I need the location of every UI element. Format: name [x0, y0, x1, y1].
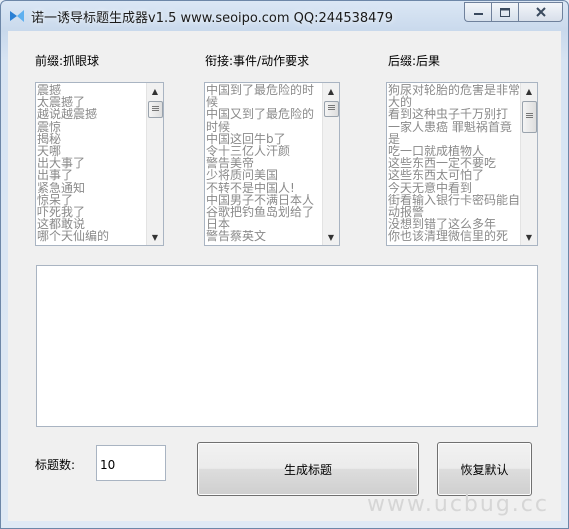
prefix-label: 前缀:抓眼球: [35, 54, 100, 68]
list-item[interactable]: 今天无意中看到: [388, 182, 520, 194]
list-item[interactable]: 吓死我了: [37, 206, 146, 218]
count-input[interactable]: 10: [96, 445, 166, 481]
list-item[interactable]: 中国男子不满日本人: [206, 194, 322, 206]
title-bar[interactable]: 诺一诱导标题生成器v1.5 www.seoipo.com QQ:24453847…: [1, 1, 568, 31]
suffix-listbox[interactable]: 狗尿对轮胎的危害是非常大的 看到这种虫子千万别打 一家人患癌 罪魁祸首竟是 吃一口就成…: [386, 82, 538, 246]
list-item[interactable]: 谷歌把钓鱼岛划给了日本: [206, 206, 322, 230]
list-item[interactable]: 没想到错了这么多年: [388, 218, 520, 230]
list-item[interactable]: 街看输入银行卡密码能自动报警: [388, 194, 520, 218]
list-item[interactable]: 少将质问美国: [206, 169, 322, 181]
list-item[interactable]: 出大事了: [37, 157, 146, 169]
reset-button-label: 恢复默认: [460, 462, 509, 477]
scrollbar-thumb[interactable]: [324, 101, 339, 117]
list-item[interactable]: 狗尿对轮胎的危害是非常大的: [388, 84, 520, 108]
list-item[interactable]: 令十三亿人汗颜: [206, 145, 322, 157]
list-item[interactable]: 看到这种虫子千万别打: [388, 108, 520, 120]
middle-label: 衔接:事件/动作要求: [205, 54, 310, 68]
prefix-listbox[interactable]: 震撼 太震撼了 越说越震撼 震惊 揭秘 天哪 出大事了 出事了 紧急通知 惊呆了 吓死我了 这都敢说哪…: [35, 82, 164, 246]
scrollbar-thumb[interactable]: [522, 101, 537, 133]
middle-list-items: 中国到了最危险的时候 中国又到了最危险的时候 中国这回牛b了 令十三亿人汗颜 警告美帝少…: [205, 83, 322, 245]
list-item[interactable]: 出事了: [37, 169, 146, 181]
list-item[interactable]: 中国又到了最危险的时候: [206, 108, 322, 132]
close-icon: [535, 7, 546, 17]
prefix-list-items: 震撼 太震撼了 越说越震撼 震惊 揭秘 天哪 出大事了 出事了 紧急通知 惊呆了 吓死我了 这都敢说哪…: [36, 83, 146, 245]
app-logo-icon: [10, 10, 24, 22]
middle-scrollbar[interactable]: ▲ ▼: [322, 83, 339, 245]
scroll-down-icon[interactable]: ▼: [323, 229, 339, 245]
list-item[interactable]: 太震撼了: [37, 96, 146, 108]
maximize-button[interactable]: [491, 2, 518, 22]
scroll-down-icon[interactable]: ▼: [147, 229, 163, 245]
window-title: 诺一诱导标题生成器v1.5 www.seoipo.com QQ:24453847…: [31, 11, 393, 26]
reset-button[interactable]: 恢复默认: [437, 442, 532, 496]
middle-listbox[interactable]: 中国到了最危险的时候 中国又到了最危险的时候 中国这回牛b了 令十三亿人汗颜 警告美帝少…: [204, 82, 340, 246]
scroll-down-icon[interactable]: ▼: [521, 229, 537, 245]
count-label: 标题数:: [35, 458, 76, 472]
output-textarea[interactable]: [36, 265, 538, 427]
list-item[interactable]: 中国这回牛b了: [206, 133, 322, 145]
list-item[interactable]: 紧急通知: [37, 182, 146, 194]
close-button[interactable]: [518, 2, 563, 22]
list-item[interactable]: 哪个天仙编的: [37, 230, 146, 242]
list-item[interactable]: 天哪: [37, 145, 146, 157]
suffix-scrollbar[interactable]: ▲ ▼: [520, 83, 537, 245]
client-area: 前缀:抓眼球 衔接:事件/动作要求 后缀:后果 震撼 太震撼了 越说越震撼 震惊 揭秘天…: [8, 31, 561, 521]
scroll-up-icon[interactable]: ▲: [323, 83, 339, 99]
list-item[interactable]: 吃一口就成植物人: [388, 145, 520, 157]
generate-button[interactable]: 生成标题: [197, 442, 419, 496]
app-window: 诺一诱导标题生成器v1.5 www.seoipo.com QQ:24453847…: [0, 0, 569, 529]
watermark: www.ucbug.cc: [366, 492, 549, 517]
list-item[interactable]: 你也该清理微信里的死: [388, 230, 520, 242]
suffix-label: 后缀:后果: [388, 54, 441, 68]
list-item[interactable]: 一家人患癌 罪魁祸首竟是: [388, 121, 520, 145]
list-item[interactable]: 警告美帝: [206, 157, 322, 169]
generate-button-label: 生成标题: [283, 462, 332, 477]
list-item[interactable]: 警告蔡英文: [206, 230, 322, 242]
minimize-icon: [473, 13, 483, 15]
list-item[interactable]: 这些东西一定不要吃: [388, 157, 520, 169]
list-item[interactable]: 惊呆了: [37, 194, 146, 206]
list-item[interactable]: 越说越震撼: [37, 108, 146, 120]
prefix-scrollbar[interactable]: ▲ ▼: [146, 83, 163, 245]
list-item[interactable]: 不转不是中国人!: [206, 182, 322, 194]
list-item[interactable]: 这些东西太可怕了: [388, 169, 520, 181]
list-item[interactable]: 揭秘: [37, 133, 146, 145]
list-item[interactable]: 震惊: [37, 121, 146, 133]
scroll-up-icon[interactable]: ▲: [147, 83, 163, 99]
minimize-button[interactable]: [464, 2, 491, 22]
list-item[interactable]: 这都敢说: [37, 218, 146, 230]
window-controls: [464, 2, 563, 22]
list-item[interactable]: 震撼: [37, 84, 146, 96]
maximize-icon: [500, 7, 510, 17]
scroll-up-icon[interactable]: ▲: [521, 83, 537, 99]
scrollbar-thumb[interactable]: [148, 101, 163, 118]
suffix-list-items: 狗尿对轮胎的危害是非常大的 看到这种虫子千万别打 一家人患癌 罪魁祸首竟是 吃一口就成…: [387, 83, 520, 245]
list-item[interactable]: 中国到了最危险的时候: [206, 84, 322, 108]
